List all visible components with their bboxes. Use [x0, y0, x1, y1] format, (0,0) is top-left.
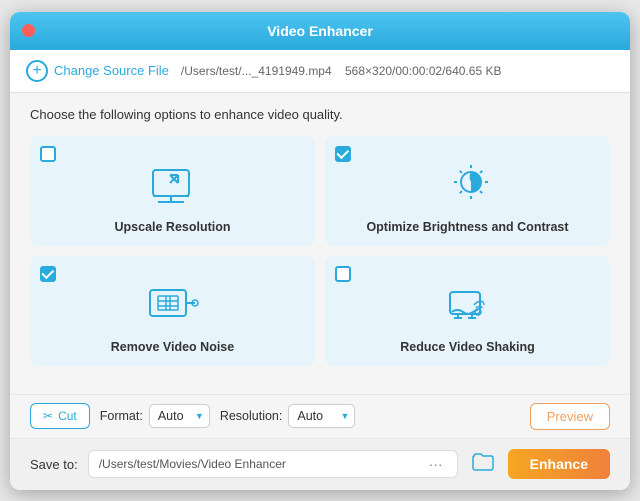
add-icon: + — [26, 60, 48, 82]
resolution-label: Resolution: — [220, 409, 283, 423]
scissors-icon: ✂ — [43, 409, 53, 423]
file-meta: 568×320/00:00:02/640.65 KB — [345, 64, 501, 78]
titlebar: Video Enhancer — [10, 12, 630, 50]
cut-button[interactable]: ✂ Cut — [30, 403, 90, 429]
instruction-text: Choose the following options to enhance … — [30, 107, 610, 122]
resolution-select-wrapper: Auto 720p 1080p 4K — [288, 404, 355, 428]
option-shaking: Reduce Video Shaking — [325, 256, 610, 366]
shaking-label: Reduce Video Shaking — [400, 340, 535, 354]
browse-folder-button[interactable] — [468, 449, 498, 480]
format-select[interactable]: Auto MP4 MOV AVI — [149, 404, 210, 428]
main-content: Choose the following options to enhance … — [10, 93, 630, 394]
brightness-checkbox[interactable] — [335, 146, 351, 162]
noise-label: Remove Video Noise — [111, 340, 234, 354]
change-source-label: Change Source File — [54, 63, 169, 78]
window-title: Video Enhancer — [267, 23, 373, 39]
main-window: Video Enhancer + Change Source File /Use… — [10, 12, 630, 490]
close-button[interactable] — [22, 24, 35, 37]
save-to-label: Save to: — [30, 457, 78, 472]
upscale-checkbox[interactable] — [40, 146, 56, 162]
save-path-text: /Users/test/Movies/Video Enhancer — [99, 457, 425, 471]
change-source-button[interactable]: + Change Source File — [26, 60, 169, 82]
option-noise: Remove Video Noise — [30, 256, 315, 366]
format-select-wrapper: Auto MP4 MOV AVI — [149, 404, 210, 428]
save-path-field: /Users/test/Movies/Video Enhancer ··· — [88, 450, 458, 478]
upscale-label: Upscale Resolution — [115, 220, 231, 234]
file-path: /Users/test/..._4191949.mp4 — [181, 64, 332, 78]
cut-label: Cut — [58, 409, 77, 423]
option-upscale: Upscale Resolution — [30, 136, 315, 246]
option-brightness: Optimize Brightness and Contrast — [325, 136, 610, 246]
folder-icon — [472, 453, 494, 471]
format-label: Format: — [100, 409, 143, 423]
resolution-select[interactable]: Auto 720p 1080p 4K — [288, 404, 355, 428]
resolution-group: Resolution: Auto 720p 1080p 4K — [220, 404, 356, 428]
file-info: /Users/test/..._4191949.mp4 568×320/00:0… — [181, 64, 614, 78]
format-group: Format: Auto MP4 MOV AVI — [100, 404, 210, 428]
shaking-checkbox[interactable] — [335, 266, 351, 282]
brightness-icon — [443, 162, 493, 212]
shaking-icon — [440, 282, 495, 332]
noise-icon — [145, 282, 200, 332]
more-options-button[interactable]: ··· — [425, 456, 447, 472]
bottom-bar: ✂ Cut Format: Auto MP4 MOV AVI Resolutio… — [10, 394, 630, 439]
options-grid: Upscale Resolution — [30, 136, 610, 366]
toolbar: + Change Source File /Users/test/..._419… — [10, 50, 630, 93]
enhance-button[interactable]: Enhance — [508, 449, 610, 479]
preview-button[interactable]: Preview — [530, 403, 610, 430]
brightness-label: Optimize Brightness and Contrast — [366, 220, 568, 234]
save-bar: Save to: /Users/test/Movies/Video Enhanc… — [10, 439, 630, 490]
upscale-icon — [148, 162, 198, 212]
noise-checkbox[interactable] — [40, 266, 56, 282]
